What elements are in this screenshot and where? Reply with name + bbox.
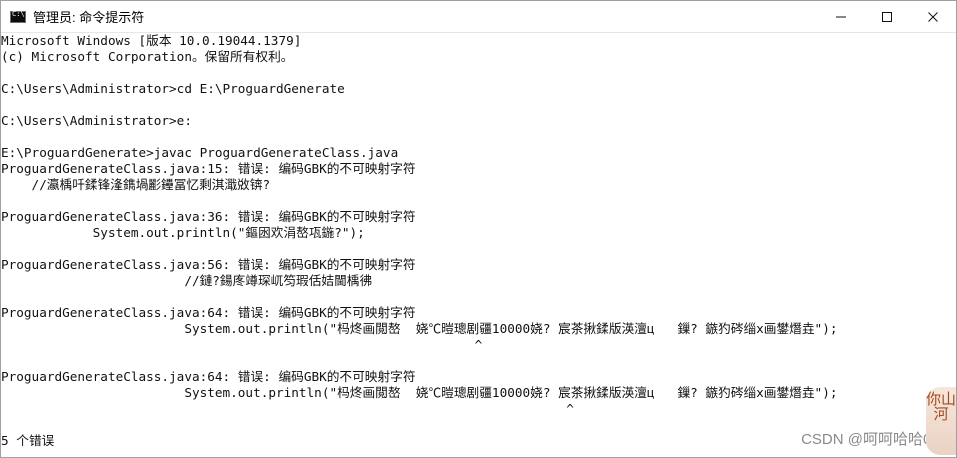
terminal-line: ProguardGenerateClass.java:36: 错误: 编码GBK… (1, 209, 416, 224)
title-bar[interactable]: 管理员: 命令提示符 (1, 1, 956, 33)
terminal-line: System.out.println("杩炵画閲嶅 娆℃暟璁剧疆10000娆? … (1, 321, 838, 336)
terminal-line: System.out.println("杩炵画閲嶅 娆℃暟璁剧疆10000娆? … (1, 385, 838, 400)
terminal-line: E:\ProguardGenerate>javac ProguardGenera… (1, 145, 399, 160)
minimize-button[interactable] (818, 1, 864, 32)
maximize-button[interactable] (864, 1, 910, 32)
minimize-icon (836, 16, 846, 17)
terminal-line: C:\Users\Administrator>e: (1, 113, 192, 128)
terminal-line: ProguardGenerateClass.java:64: 错误: 编码GBK… (1, 305, 416, 320)
terminal-line: Microsoft Windows [版本 10.0.19044.1379] (1, 33, 302, 48)
terminal-line: //瀛楀吀鍒锋湰鐫堝彲鑸冨忆剩淇濈敚锛? (1, 177, 271, 192)
terminal-line: System.out.println("鏂囦欢涓嶅瓨鍦?"); (1, 225, 365, 240)
terminal-line: ProguardGenerateClass.java:64: 错误: 编码GBK… (1, 369, 416, 384)
window-title: 管理员: 命令提示符 (33, 10, 145, 25)
command-prompt-window: 管理员: 命令提示符 Microsoft Windows [版本 10.0. (0, 0, 957, 458)
maximize-icon (882, 11, 892, 22)
terminal-line: ProguardGenerateClass.java:56: 错误: 编码GBK… (1, 257, 416, 272)
window-controls (818, 1, 956, 32)
terminal-line: //鏈?鍚庝竴琛屼笉瑕佸姞閫楀彿 (1, 273, 373, 288)
terminal-output[interactable]: Microsoft Windows [版本 10.0.19044.1379] (… (1, 33, 956, 457)
close-button[interactable] (910, 1, 956, 32)
decorative-sticker: 你山河 (926, 387, 956, 455)
close-icon (928, 11, 938, 22)
command-prompt-icon (10, 10, 26, 23)
terminal-line: ProguardGenerateClass.java:15: 错误: 编码GBK… (1, 161, 416, 176)
terminal-line: (c) Microsoft Corporation。保留所有权利。 (1, 49, 294, 64)
terminal-line: ^ (1, 401, 574, 416)
terminal-line: ^ (1, 337, 483, 352)
terminal-line: C:\Users\Administrator>cd E:\ProguardGen… (1, 81, 345, 96)
